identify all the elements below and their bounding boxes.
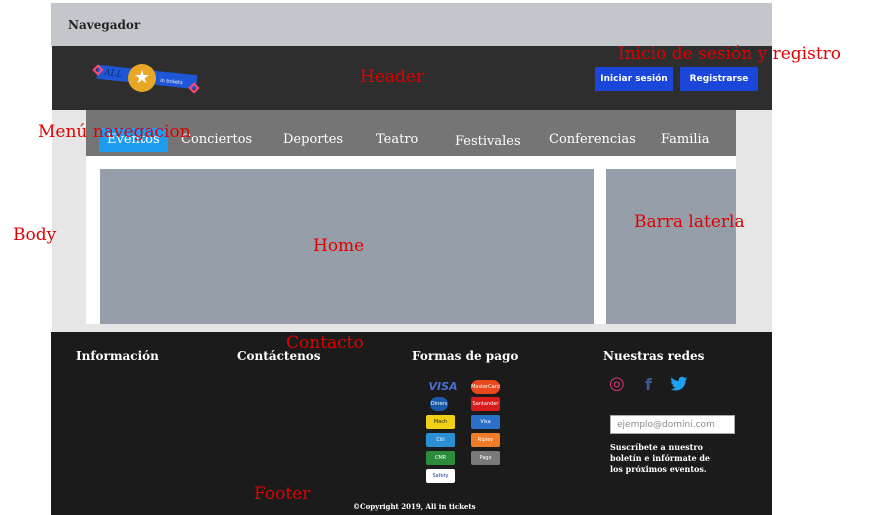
browser-bar: Navegador <box>51 3 772 46</box>
mach-logo: Mach <box>426 415 455 429</box>
menu-item-conferencias[interactable]: Conferencias <box>549 132 636 147</box>
star-icon: ★ <box>128 64 156 92</box>
citi-logo: Citi <box>426 433 455 447</box>
visa-logo: VISA <box>428 380 458 393</box>
instagram-icon[interactable]: ◎ <box>609 373 625 394</box>
annotation-menu: Menú navegacion <box>38 122 191 142</box>
menu-item-deportes[interactable]: Deportes <box>283 132 343 147</box>
menu-item-familia[interactable]: Familia <box>661 132 709 147</box>
footer-info-heading: Información <box>76 349 159 363</box>
annotation-footer: Footer <box>254 484 311 504</box>
safety-pay-logo: Safety <box>426 469 455 483</box>
diners-logo: Diners <box>430 397 448 411</box>
footer-payment-heading: Formas de pago <box>412 349 519 363</box>
annotation-sidebar: Barra laterla <box>634 212 745 232</box>
annotation-login-register: Inicio de sesión y registro <box>618 44 842 64</box>
sidebar-placeholder <box>606 169 736 324</box>
login-button[interactable]: Iniciar sesión <box>595 67 673 91</box>
footer-social-heading: Nuestras redes <box>603 349 705 363</box>
annotation-contact: Contacto <box>286 333 364 353</box>
newsletter-text: Suscríbete a nuestro boletín e infórmate… <box>610 442 711 474</box>
visa-debit-logo: Visa <box>471 415 500 429</box>
annotation-header: Header <box>360 67 425 87</box>
browser-title: Navegador <box>68 18 141 32</box>
ripley-logo: Ripley <box>471 433 500 447</box>
mastercard-logo: MasterCard <box>471 380 500 394</box>
annotation-home: Home <box>313 236 365 256</box>
pago-efectivo-logo: Pago efectivo <box>471 451 500 465</box>
menu-item-festivales[interactable]: Festivales <box>455 134 521 149</box>
menu-item-conciertos[interactable]: Conciertos <box>181 132 252 147</box>
facebook-icon[interactable]: f <box>645 375 652 394</box>
copyright-text: ©Copyright 2019, All in tickets <box>353 502 476 511</box>
register-button[interactable]: Registrarse <box>680 67 758 91</box>
twitter-icon[interactable] <box>670 376 688 396</box>
logo-text-all: ALL <box>103 68 123 80</box>
menu-item-teatro[interactable]: Teatro <box>376 132 418 147</box>
santander-logo: Santander <box>471 397 500 411</box>
mockup-page: Navegador ALL in tickets ★ Iniciar sesió… <box>0 0 881 515</box>
site-logo[interactable]: ALL in tickets ★ <box>92 64 202 98</box>
footer: Información Contáctenos Formas de pago N… <box>51 332 772 515</box>
newsletter-email-input[interactable] <box>610 415 735 434</box>
annotation-body: Body <box>13 225 57 245</box>
cmr-logo: CMR <box>426 451 455 465</box>
